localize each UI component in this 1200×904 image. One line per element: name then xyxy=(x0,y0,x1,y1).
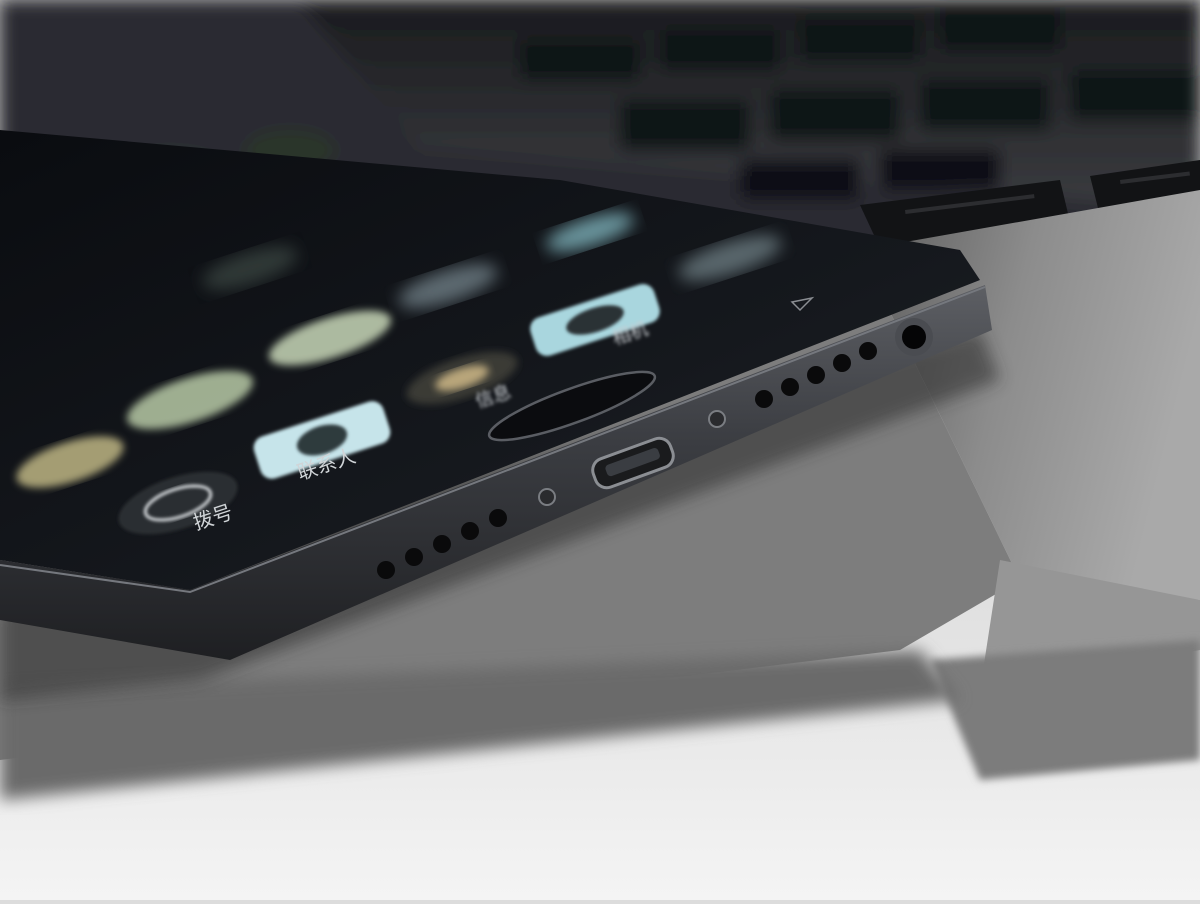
scene-svg: 拨号 联系人 信息 相机 xyxy=(0,0,1200,900)
photo-scene: 拨号 联系人 信息 相机 xyxy=(0,0,1200,900)
headphone-jack xyxy=(902,325,926,349)
screw-right xyxy=(708,410,726,428)
screw-left xyxy=(538,488,556,506)
